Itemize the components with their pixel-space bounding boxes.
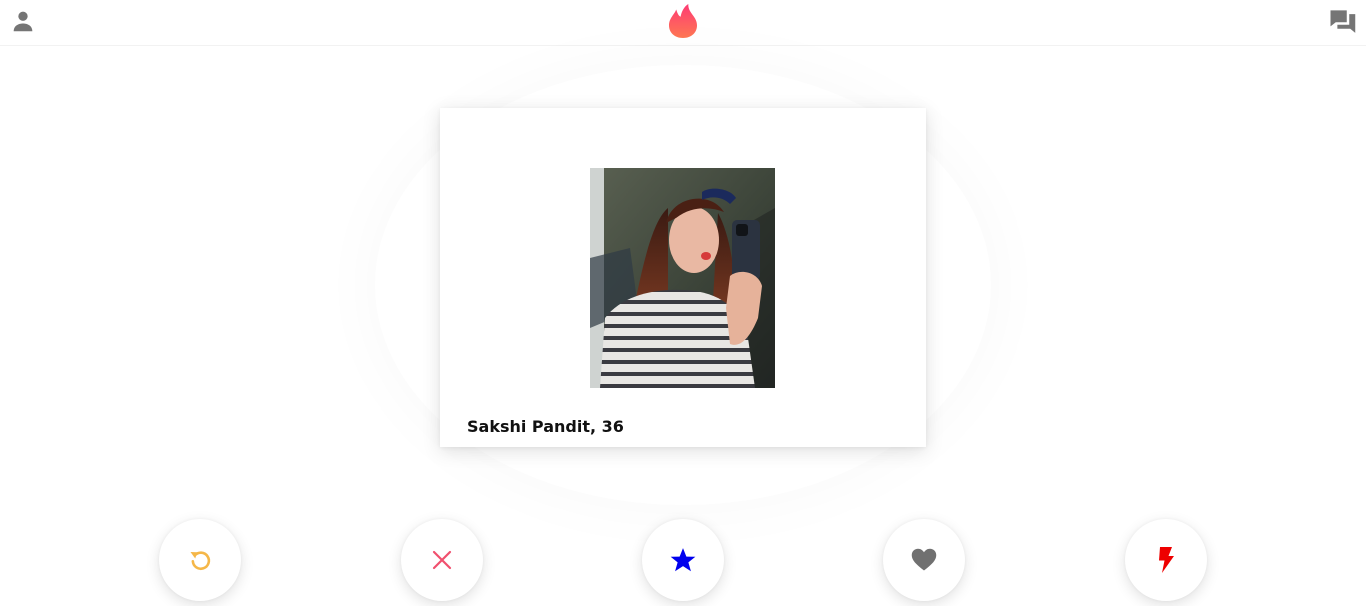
rewind-icon: [187, 547, 213, 573]
rewind-button[interactable]: [159, 519, 241, 601]
super-like-button[interactable]: [642, 519, 724, 601]
like-button[interactable]: [883, 519, 965, 601]
heart-icon: [910, 546, 938, 574]
star-icon: [669, 546, 697, 574]
flame-icon: [667, 3, 699, 43]
profile-button[interactable]: [6, 6, 40, 40]
app-logo[interactable]: [664, 4, 702, 42]
profile-name: Sakshi Pandit, 36: [467, 417, 624, 436]
person-icon: [10, 8, 36, 38]
chat-bubbles-icon: [1328, 6, 1358, 40]
boost-button[interactable]: [1125, 519, 1207, 601]
profile-card[interactable]: Sakshi Pandit, 36: [440, 108, 926, 447]
top-bar: [0, 0, 1366, 46]
profile-photo: [590, 168, 775, 388]
lightning-icon: [1156, 546, 1176, 574]
nope-button[interactable]: [401, 519, 483, 601]
close-icon: [431, 549, 453, 571]
messages-button[interactable]: [1326, 6, 1360, 40]
